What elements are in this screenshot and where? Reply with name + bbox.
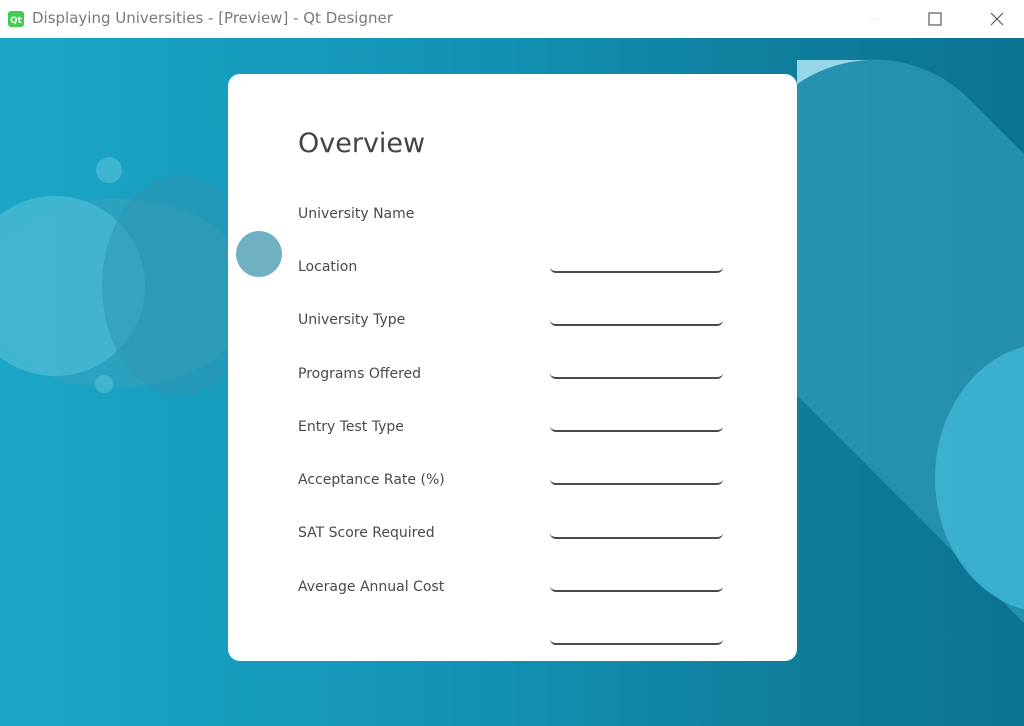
maximize-icon bbox=[928, 12, 942, 26]
title-bar[interactable]: Qt Displaying Universities - [Preview] -… bbox=[0, 0, 1024, 38]
sat-score-required-field[interactable] bbox=[550, 568, 723, 592]
location-label: Location bbox=[298, 259, 358, 275]
minimize-icon bbox=[869, 18, 879, 20]
designer-preview-window: Qt Displaying Universities - [Preview] -… bbox=[0, 0, 1024, 726]
overview-card: Overview University Name Location Univer… bbox=[228, 74, 797, 661]
location-field[interactable] bbox=[550, 302, 723, 326]
average-annual-cost-field[interactable] bbox=[550, 621, 723, 645]
page-title: Overview bbox=[298, 128, 426, 159]
programs-offered-field[interactable] bbox=[550, 408, 723, 432]
university-type-field[interactable] bbox=[550, 355, 723, 379]
university-type-label: University Type bbox=[298, 312, 406, 328]
close-button[interactable] bbox=[974, 0, 1020, 38]
university-name-field[interactable] bbox=[550, 249, 723, 273]
qt-icon: Qt bbox=[8, 11, 24, 27]
minimize-button[interactable] bbox=[851, 0, 897, 38]
average-annual-cost-label: Average Annual Cost bbox=[298, 579, 445, 595]
left-dot-top bbox=[96, 157, 122, 183]
form-background: Overview University Name Location Univer… bbox=[0, 38, 1024, 726]
svg-text:Qt: Qt bbox=[10, 16, 23, 26]
acceptance-rate-field[interactable] bbox=[550, 515, 723, 539]
decorative-circle bbox=[236, 231, 282, 277]
programs-offered-label: Programs Offered bbox=[298, 366, 422, 382]
acceptance-rate-label: Acceptance Rate (%) bbox=[298, 472, 445, 488]
left-dot-bottom bbox=[95, 375, 113, 393]
close-icon bbox=[990, 12, 1004, 26]
sat-score-required-label: SAT Score Required bbox=[298, 525, 435, 541]
entry-test-type-label: Entry Test Type bbox=[298, 419, 404, 435]
university-name-label: University Name bbox=[298, 206, 415, 222]
window-title: Displaying Universities - [Preview] - Qt… bbox=[32, 9, 393, 27]
maximize-button[interactable] bbox=[912, 0, 958, 38]
entry-test-type-field[interactable] bbox=[550, 461, 723, 485]
